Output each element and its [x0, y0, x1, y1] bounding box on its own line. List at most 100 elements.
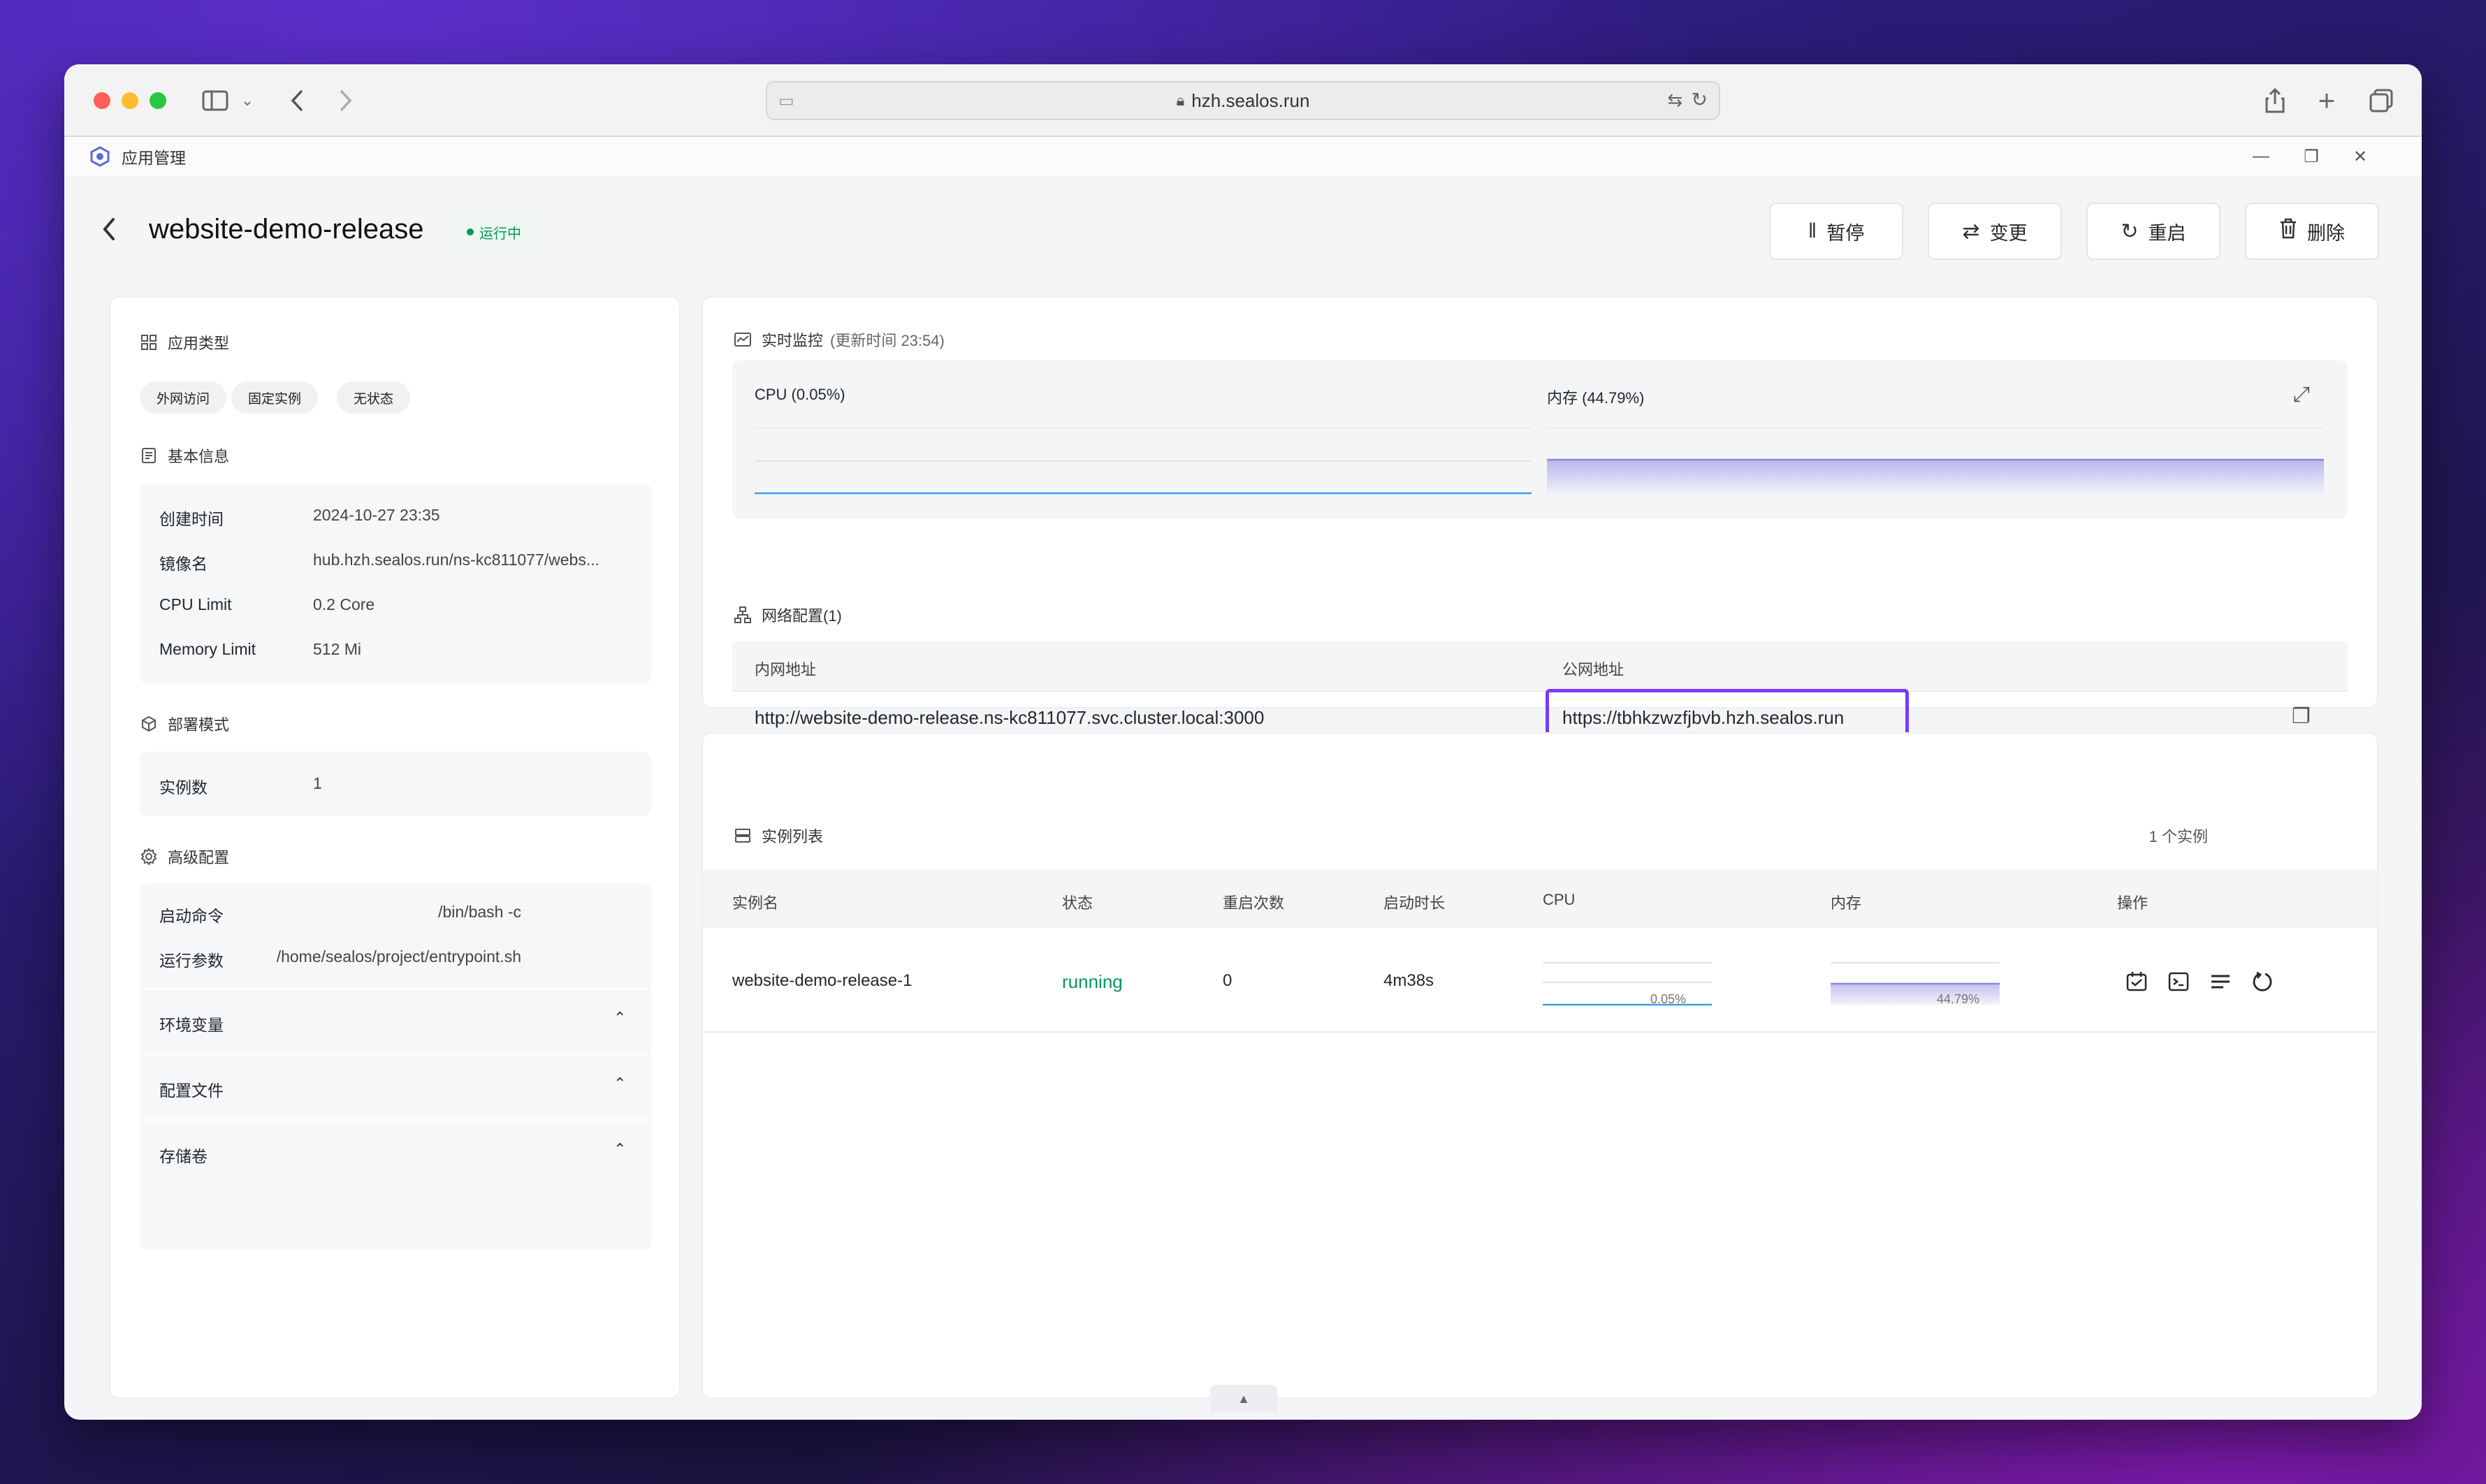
- col-restarts: 重启次数: [1223, 894, 1285, 912]
- restart-label: 重启: [2148, 222, 2186, 244]
- share-icon[interactable]: [2262, 85, 2288, 116]
- basic-info-section: 基本信息: [140, 444, 229, 467]
- back-arrow-icon[interactable]: [286, 85, 307, 116]
- cpu-sparkline: [755, 428, 1532, 495]
- lock-icon: 🔒︎: [1176, 92, 1185, 109]
- forward-arrow-icon[interactable]: [335, 85, 356, 116]
- restore-icon[interactable]: ❐: [2297, 137, 2325, 176]
- chevron-down-icon[interactable]: ⌄: [239, 85, 256, 116]
- chevron-up-icon[interactable]: ⌃: [613, 1009, 626, 1027]
- events-icon[interactable]: [2125, 970, 2148, 998]
- advanced-config-box: [140, 883, 651, 1249]
- monitor-section: 实时监控 (更新时间 23:54): [734, 328, 945, 351]
- copy-icon[interactable]: ❐: [2292, 704, 2311, 729]
- app-bar-title: 应用管理: [122, 149, 186, 167]
- chevron-up-icon[interactable]: ▲: [1210, 1385, 1277, 1413]
- storage-toggle[interactable]: 存储卷: [159, 1143, 208, 1167]
- deploy-mode-box: [140, 752, 651, 816]
- restart-button[interactable]: ↻ 重启: [2086, 203, 2220, 260]
- config-files-toggle[interactable]: 配置文件: [159, 1077, 224, 1101]
- instance-count: 1 个实例: [2149, 828, 2208, 845]
- run-args-label: 运行参数: [159, 952, 224, 970]
- replicas-value: 1: [313, 774, 322, 792]
- instance-name: website-demo-release-1: [732, 971, 913, 990]
- public-address-link[interactable]: https://tbhkzwzfjbvb.hzh.sealos.run: [1562, 707, 1844, 729]
- page-header: website-demo-release 运行中 ‖ 暂停 ⇄ 变更 ↻ 重启 …: [64, 197, 2422, 274]
- pause-button[interactable]: ‖ 暂停: [1769, 203, 1903, 260]
- image-name-value: hub.hzh.sealos.run/ns-kc811077/webs...: [313, 551, 599, 569]
- instance-uptime: 4m38s: [1383, 971, 1434, 990]
- delete-button[interactable]: 删除: [2245, 203, 2379, 260]
- memory-series-area: [1547, 460, 2324, 493]
- document-icon: [140, 446, 158, 465]
- col-instance-name: 实例名: [732, 894, 779, 912]
- logs-icon[interactable]: [2209, 970, 2232, 998]
- back-icon[interactable]: [101, 215, 117, 251]
- advanced-config-title: 高级配置: [168, 849, 230, 866]
- minimize-window-icon[interactable]: [122, 92, 138, 109]
- instance-cpu-chart: [1543, 962, 1712, 1006]
- tabs-overview-icon[interactable]: [2367, 85, 2395, 116]
- trash-icon: [2279, 218, 2297, 245]
- instance-status: running: [1062, 971, 1123, 992]
- status-badge: 运行中: [450, 217, 538, 247]
- tag-fixed-instance: 固定实例: [231, 381, 319, 414]
- url-text: hzh.sealos.run: [1191, 89, 1310, 111]
- zoom-window-icon[interactable]: [150, 92, 166, 109]
- app-name-title: website-demo-release: [149, 214, 424, 245]
- status-text: 运行中: [479, 226, 521, 242]
- internal-address-header: 内网地址: [755, 661, 817, 678]
- created-time-label: 创建时间: [159, 510, 224, 528]
- restart-instance-icon[interactable]: [2251, 970, 2274, 998]
- expand-icon[interactable]: ⤢: [2293, 383, 2310, 407]
- new-tab-icon[interactable]: +: [2314, 84, 2339, 117]
- image-name-label: 镜像名: [159, 555, 208, 573]
- chevron-up-icon[interactable]: ⌃: [613, 1140, 626, 1158]
- terminal-icon[interactable]: [2167, 970, 2190, 998]
- app-type-section: 应用类型: [140, 331, 229, 354]
- run-args-value: /home/sealos/project/entrypoint.sh: [276, 947, 521, 966]
- start-command-value: /bin/bash -c: [438, 903, 521, 921]
- internal-address[interactable]: http://website-demo-release.ns-kc811077.…: [755, 707, 1264, 729]
- instance-cpu-value: 0.05%: [1650, 992, 1687, 1006]
- delete-label: 删除: [2307, 222, 2345, 244]
- tag-stateless: 无状态: [337, 381, 411, 414]
- public-address-header: 公网地址: [1562, 661, 1624, 678]
- gear-icon: [140, 848, 158, 866]
- divider: [140, 1054, 651, 1055]
- instance-restarts: 0: [1223, 971, 1233, 990]
- col-actions: 操作: [2117, 894, 2149, 912]
- translate-icon[interactable]: ⇆: [1667, 89, 1682, 111]
- divider: [732, 690, 2348, 692]
- close-icon[interactable]: ✕: [2346, 137, 2374, 176]
- col-cpu: CPU: [1543, 891, 1576, 908]
- app-type-title: 应用类型: [168, 335, 230, 352]
- minimize-icon[interactable]: —: [2247, 137, 2275, 176]
- advanced-config-section: 高级配置: [140, 845, 229, 868]
- close-window-icon[interactable]: [94, 92, 110, 109]
- browser-toolbar: ⌄ ▭ 🔒︎ hzh.sealos.run ⇆ ↻ +: [64, 64, 2422, 137]
- browser-window: ⌄ ▭ 🔒︎ hzh.sealos.run ⇆ ↻ + 应用管理 — ❐ ✕ w…: [64, 64, 2422, 1420]
- instances-section: 实例列表: [734, 824, 823, 847]
- deploy-mode-section: 部署模式: [140, 713, 229, 735]
- chevron-up-icon[interactable]: ⌃: [613, 1075, 626, 1093]
- cpu-chart-label: CPU (0.05%): [755, 386, 845, 403]
- instances-panel: [702, 732, 2378, 1399]
- cpu-limit-label: CPU Limit: [159, 595, 232, 613]
- change-button[interactable]: ⇄ 变更: [1928, 203, 2062, 260]
- network-title: 网络配置(1): [762, 607, 842, 625]
- cpu-limit-value: 0.2 Core: [313, 595, 375, 613]
- col-uptime: 启动时长: [1383, 894, 1446, 912]
- env-vars-toggle[interactable]: 环境变量: [159, 1012, 224, 1035]
- network-icon: [734, 606, 752, 624]
- network-table-header: [732, 641, 2348, 690]
- grid-icon: [140, 333, 158, 351]
- swap-icon: ⇄: [1962, 219, 1980, 243]
- deploy-mode-title: 部署模式: [168, 716, 230, 734]
- address-bar[interactable]: ▭ 🔒︎ hzh.sealos.run ⇆ ↻: [766, 81, 1720, 120]
- reload-icon[interactable]: ↻: [1692, 88, 1708, 111]
- monitor-title: 实时监控: [762, 332, 824, 349]
- memory-sparkline: [1547, 428, 2324, 493]
- instances-title: 实例列表: [762, 828, 824, 845]
- sidebar-toggle-icon[interactable]: [200, 85, 231, 116]
